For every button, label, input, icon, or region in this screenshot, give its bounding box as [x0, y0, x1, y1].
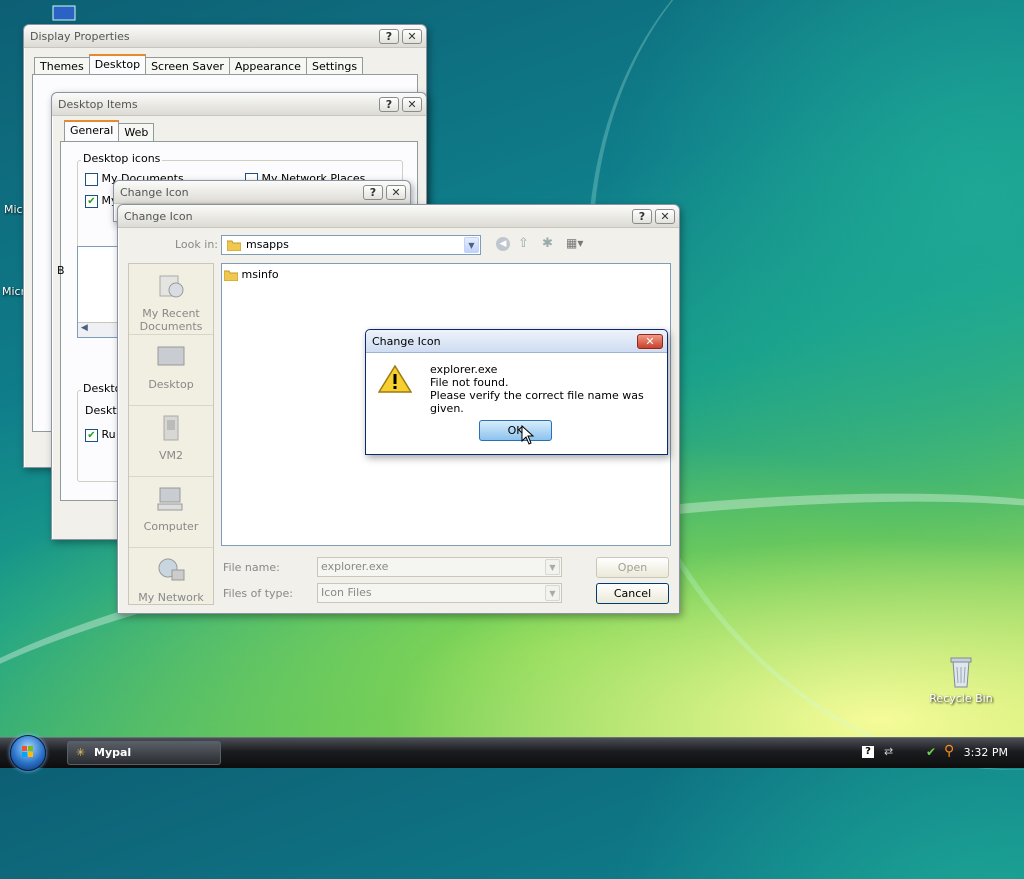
system-tray: ? ⇄ ✔ ⚲ 3:32 PM	[854, 738, 1024, 768]
recent-documents-icon	[159, 275, 184, 298]
network-tray-icon[interactable]: ⇄	[884, 745, 893, 758]
list-item[interactable]: msinfo	[223, 268, 279, 282]
place-desktop[interactable]: Desktop	[129, 335, 213, 406]
window-title: Display Properties	[30, 29, 130, 43]
window-title: Desktop Items	[58, 97, 138, 111]
close-button[interactable]: ✕	[402, 96, 422, 112]
recycle-bin[interactable]: Recycle Bin	[926, 655, 996, 705]
user-folder-icon	[163, 415, 179, 441]
task-label: Mypal	[94, 746, 132, 759]
window-title: Change Icon	[372, 334, 441, 348]
close-button[interactable]: ✕	[655, 208, 675, 224]
desktop-icon-label[interactable]: Mic	[4, 203, 23, 216]
warning-icon	[378, 364, 412, 393]
change-icon-back-titlebar[interactable]: Change Icon ? ✕	[114, 181, 410, 204]
close-button[interactable]: ✕	[637, 333, 663, 349]
taskbar-item-mypal[interactable]: ✳ Mypal	[67, 741, 221, 765]
window-title: Change Icon	[124, 209, 193, 223]
recycle-bin-icon	[950, 657, 972, 688]
monitor-icon	[52, 5, 76, 21]
desktop-icon-label[interactable]: Micr	[2, 285, 25, 298]
desktop-items-titlebar[interactable]: Desktop Items ? ✕	[52, 93, 426, 116]
files-of-type-value: Icon Files	[321, 586, 372, 599]
help-button[interactable]: ?	[379, 96, 399, 112]
recycle-bin-label: Recycle Bin	[929, 692, 993, 705]
open-button[interactable]: Open	[596, 557, 669, 578]
chevron-down-icon[interactable]: ▼	[464, 237, 479, 253]
computer-icon	[157, 487, 183, 511]
files-of-type-label: Files of type:	[223, 587, 294, 600]
places-bar: My Recent Documents Desktop VM2 Computer…	[128, 263, 214, 605]
checkbox[interactable]: ✔	[85, 428, 98, 442]
change-icon-titlebar[interactable]: Change Icon ? ✕	[118, 205, 679, 228]
folder-icon	[223, 270, 239, 282]
place-label: Desktop	[148, 378, 194, 391]
place-label: VM2	[158, 449, 183, 462]
alert-message: explorer.exe File not found. Please veri…	[430, 363, 667, 415]
folder-icon	[227, 240, 241, 251]
desktop-icon	[157, 346, 185, 366]
files-of-type-dropdown[interactable]: Icon Files ▼	[317, 583, 562, 603]
place-computer[interactable]: Computer	[129, 477, 213, 548]
file-name-field[interactable]: explorer.exe ▼	[317, 557, 562, 577]
mypal-icon: ✳	[76, 746, 86, 759]
alert-titlebar[interactable]: Change Icon ✕	[366, 330, 667, 353]
ok-button[interactable]: OK	[479, 420, 552, 441]
checkbox-label: Ru	[101, 428, 116, 441]
help-button[interactable]: ?	[632, 208, 652, 224]
security-tray-icon[interactable]: ✔	[926, 745, 936, 759]
file-name: msinfo	[241, 268, 279, 281]
place-my-recent-documents[interactable]: My Recent Documents	[129, 264, 213, 335]
mouse-cursor-icon	[521, 425, 535, 445]
help-tray-icon[interactable]: ?	[862, 746, 874, 758]
group-title: Desktop icons	[81, 152, 163, 165]
views-menu-icon[interactable]: ▦▾	[566, 236, 583, 250]
chevron-down-icon[interactable]: ▼	[545, 585, 560, 601]
display-properties-titlebar[interactable]: Display Properties ? ✕	[24, 25, 426, 48]
desktop-icon-top[interactable]	[48, 4, 80, 24]
close-button[interactable]: ✕	[386, 184, 406, 200]
file-name-label: File name:	[223, 561, 280, 574]
window-title: Change Icon	[120, 185, 189, 199]
close-button[interactable]: ✕	[402, 28, 422, 44]
network-icon	[158, 558, 185, 581]
help-button[interactable]: ?	[379, 28, 399, 44]
look-in-value: msapps	[246, 238, 289, 251]
look-in-dropdown[interactable]: msapps ▼	[221, 235, 481, 255]
section-label: B	[57, 264, 65, 277]
chevron-down-icon[interactable]: ▼	[545, 559, 560, 575]
checkbox-run-cleanup[interactable]: ✔ Ru	[85, 428, 116, 442]
alert-line: Please verify the correct file name was …	[430, 389, 644, 415]
new-folder-icon[interactable]: ✱	[542, 236, 553, 251]
checkbox[interactable]	[85, 172, 98, 186]
taskbar: ✳ Mypal ? ⇄ ✔ ⚲ 3:32 PM	[0, 735, 1024, 771]
help-button[interactable]: ?	[363, 184, 383, 200]
search-icon[interactable]: ⚲	[944, 743, 954, 759]
place-label: My Network	[138, 591, 204, 604]
alert-line: File not found.	[430, 376, 509, 389]
file-name-value: explorer.exe	[321, 560, 389, 573]
back-icon[interactable]: ◀	[496, 237, 510, 251]
start-button[interactable]	[10, 735, 46, 771]
file-not-found-dialog: Change Icon ✕ explorer.exe File not foun…	[365, 329, 668, 455]
place-label: Computer	[143, 520, 199, 533]
clock[interactable]: 3:32 PM	[964, 746, 1008, 759]
windows-logo-icon	[22, 746, 33, 757]
place-label: My Recent Documents	[139, 307, 203, 333]
tab-web[interactable]: Web	[118, 123, 155, 143]
place-vm2[interactable]: VM2	[129, 406, 213, 477]
checkbox[interactable]: ✔	[85, 194, 98, 208]
place-my-network[interactable]: My Network	[129, 548, 213, 618]
cancel-button[interactable]: Cancel	[596, 583, 669, 604]
look-in-label: Look in:	[175, 238, 218, 251]
up-folder-icon[interactable]: ⇧	[518, 236, 529, 251]
alert-line: explorer.exe	[430, 363, 498, 376]
